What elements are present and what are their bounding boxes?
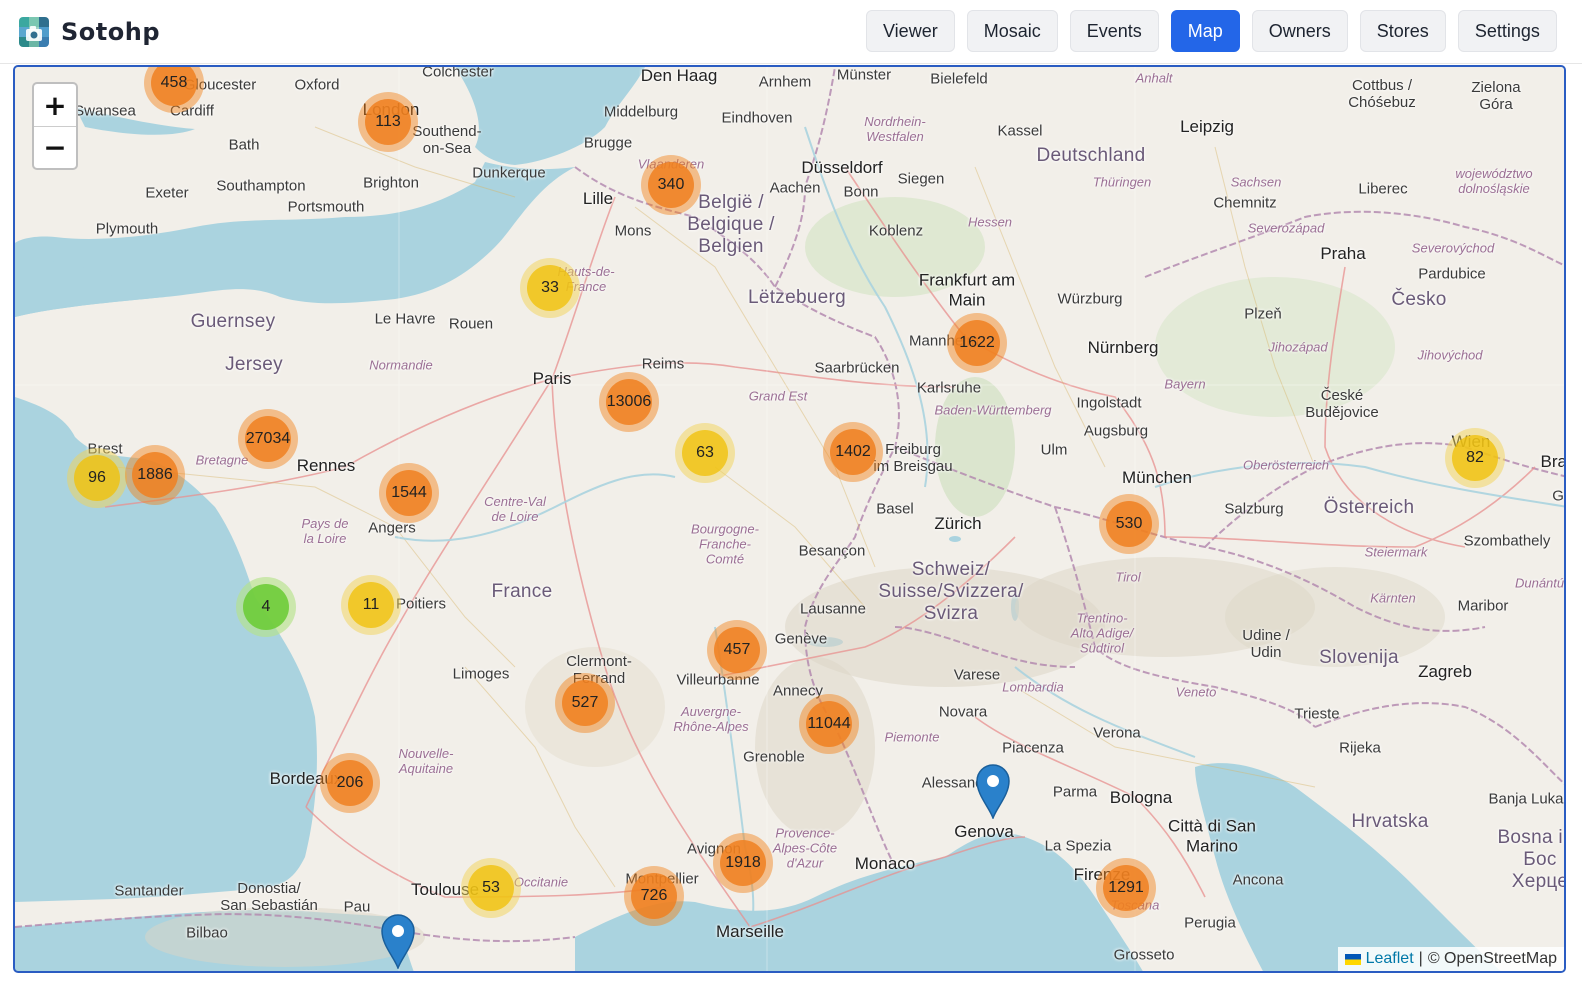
cluster-count: 82 bbox=[1452, 435, 1498, 481]
cluster-count: 1622 bbox=[954, 320, 1000, 366]
attribution-separator: | bbox=[1418, 950, 1423, 967]
zoom-control: + − bbox=[32, 82, 78, 170]
photo-cluster-marker[interactable]: 206 bbox=[320, 753, 380, 813]
photo-cluster-marker[interactable]: 1291 bbox=[1096, 858, 1156, 918]
ukraine-flag-icon bbox=[1344, 953, 1361, 965]
camera-logo-icon bbox=[19, 17, 49, 47]
cluster-count: 457 bbox=[714, 627, 760, 673]
nav-owners-button[interactable]: Owners bbox=[1251, 10, 1348, 52]
photo-cluster-marker[interactable]: 726 bbox=[624, 866, 684, 926]
cluster-count: 1402 bbox=[830, 429, 876, 475]
nav-events-button[interactable]: Events bbox=[1069, 10, 1159, 52]
zoom-in-button[interactable]: + bbox=[34, 84, 76, 126]
photo-cluster-marker[interactable]: 113 bbox=[358, 92, 418, 152]
photo-cluster-marker[interactable]: 1918 bbox=[713, 833, 773, 893]
photo-cluster-marker[interactable]: 530 bbox=[1099, 494, 1159, 554]
photo-cluster-marker[interactable]: 63 bbox=[675, 423, 735, 483]
cluster-count: 340 bbox=[648, 162, 694, 208]
map-pin-icon[interactable] bbox=[975, 763, 1011, 821]
cluster-count: 206 bbox=[327, 760, 373, 806]
photo-cluster-marker[interactable]: 1622 bbox=[947, 313, 1007, 373]
photo-cluster-marker[interactable]: 82 bbox=[1445, 428, 1505, 488]
cluster-count: 1886 bbox=[132, 452, 178, 498]
photo-cluster-marker[interactable]: 33 bbox=[520, 258, 580, 318]
app-header: Sotohp Viewer Mosaic Events Map Owners S… bbox=[0, 0, 1582, 64]
cluster-count: 530 bbox=[1106, 501, 1152, 547]
photo-cluster-marker[interactable]: 4 bbox=[236, 577, 296, 637]
zoom-out-button[interactable]: − bbox=[34, 126, 76, 168]
cluster-count: 33 bbox=[527, 265, 573, 311]
cluster-count: 1544 bbox=[386, 470, 432, 516]
app-name: Sotohp bbox=[61, 18, 160, 46]
photo-cluster-marker[interactable]: 11 bbox=[341, 575, 401, 635]
cluster-count: 53 bbox=[468, 865, 514, 911]
map-attribution: Leaflet | © OpenStreetMap bbox=[1337, 947, 1564, 971]
photo-cluster-marker[interactable]: 13006 bbox=[599, 372, 659, 432]
nav-stores-button[interactable]: Stores bbox=[1359, 10, 1446, 52]
osm-credit: © OpenStreetMap bbox=[1427, 950, 1557, 967]
nav-mosaic-button[interactable]: Mosaic bbox=[966, 10, 1058, 52]
cluster-count: 458 bbox=[151, 67, 197, 106]
photo-cluster-marker[interactable]: 340 bbox=[641, 155, 701, 215]
cluster-count: 13006 bbox=[606, 379, 652, 425]
cluster-count: 63 bbox=[682, 430, 728, 476]
cluster-count: 4 bbox=[243, 584, 289, 630]
cluster-count: 27034 bbox=[245, 416, 291, 462]
cluster-count: 1918 bbox=[720, 840, 766, 886]
cluster-count: 113 bbox=[365, 99, 411, 145]
nav-settings-button[interactable]: Settings bbox=[1457, 10, 1557, 52]
main-nav: Viewer Mosaic Events Map Owners Stores S… bbox=[866, 10, 1557, 52]
photo-cluster-marker[interactable]: 457 bbox=[707, 620, 767, 680]
photo-cluster-marker[interactable]: 27034 bbox=[238, 409, 298, 469]
cluster-count: 96 bbox=[74, 455, 120, 501]
cluster-count: 11 bbox=[348, 582, 394, 628]
cluster-count: 527 bbox=[562, 680, 608, 726]
photo-cluster-marker[interactable]: 53 bbox=[461, 858, 521, 918]
photo-cluster-marker[interactable]: 1402 bbox=[823, 422, 883, 482]
nav-viewer-button[interactable]: Viewer bbox=[866, 10, 955, 52]
nav-map-button[interactable]: Map bbox=[1170, 10, 1240, 52]
leaflet-link[interactable]: Leaflet bbox=[1366, 950, 1414, 968]
cluster-count: 726 bbox=[631, 873, 677, 919]
map-tiles bbox=[15, 67, 1564, 971]
photo-cluster-marker[interactable]: 1886 bbox=[125, 445, 185, 505]
photo-cluster-marker[interactable]: 527 bbox=[555, 673, 615, 733]
brand[interactable]: Sotohp bbox=[19, 17, 160, 47]
photo-map[interactable]: Gloucester Oxford Colchester Swansea Cardiff… bbox=[13, 65, 1566, 973]
cluster-count: 11044 bbox=[806, 701, 852, 747]
photo-cluster-marker[interactable]: 1544 bbox=[379, 463, 439, 523]
cluster-count: 1291 bbox=[1103, 865, 1149, 911]
photo-cluster-marker[interactable]: 96 bbox=[67, 448, 127, 508]
map-pin-icon[interactable] bbox=[380, 913, 416, 971]
photo-cluster-marker[interactable]: 11044 bbox=[799, 694, 859, 754]
